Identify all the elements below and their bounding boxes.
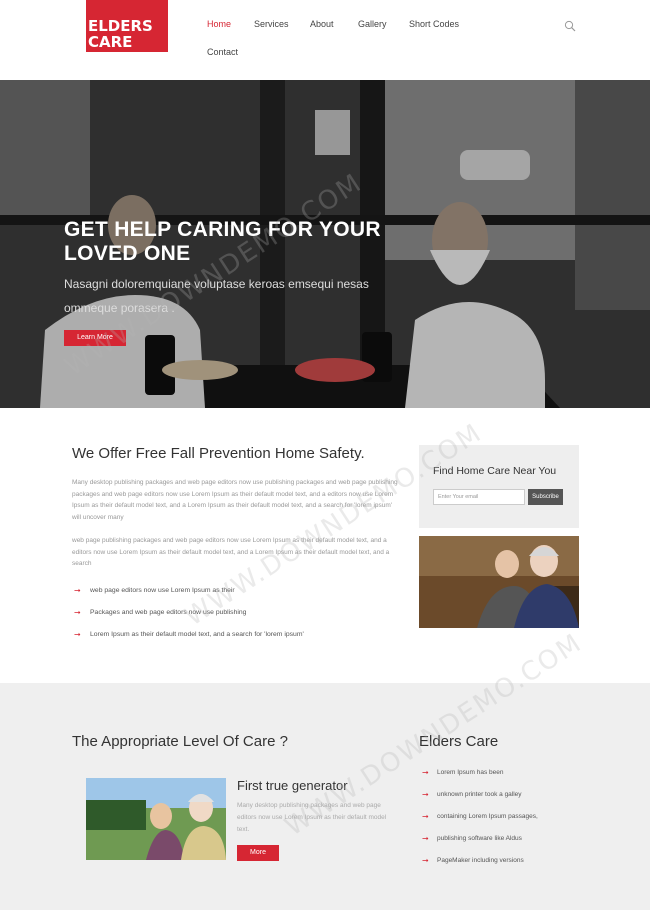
hero-title: GET HELP CARING FOR YOUR LOVED ONE	[64, 218, 381, 265]
safety-list: ➞ web page editors now use Lorem Ipsum a…	[74, 587, 304, 653]
nav-item-about[interactable]: About	[310, 19, 334, 29]
logo-line-1: ELDERS	[88, 17, 153, 35]
learn-more-button[interactable]: Learn More	[64, 330, 126, 346]
arrow-right-icon: ➞	[422, 812, 429, 821]
arrow-right-icon: ➞	[422, 856, 429, 865]
arrow-right-icon: ➞	[422, 834, 429, 843]
list-item-text[interactable]: unknown printer took a galley	[437, 791, 522, 798]
arrow-right-icon: ➞	[74, 608, 81, 617]
hero-text: Nasagni doloremquiane voluptase keroas e…	[64, 277, 369, 315]
list-item: ➞ web page editors now use Lorem Ipsum a…	[74, 587, 304, 609]
list-item: ➞ containing Lorem Ipsum passages,	[422, 813, 538, 835]
list-item: ➞ unknown printer took a galley	[422, 791, 538, 813]
arrow-right-icon: ➞	[74, 586, 81, 595]
nav-item-contact[interactable]: Contact	[207, 47, 238, 57]
list-item: ➞ Lorem Ipsum as their default model tex…	[74, 631, 304, 653]
list-item: ➞ PageMaker including versions	[422, 857, 538, 879]
card-text: Many desktop publishing packages and web…	[237, 802, 387, 833]
find-care-widget: Find Home Care Near You Enter Your email…	[419, 445, 579, 528]
find-care-title: Find Home Care Near You	[433, 465, 557, 477]
safety-paragraph-2: web page publishing packages and web pag…	[72, 537, 390, 567]
nav-item-services[interactable]: Services	[254, 19, 289, 29]
list-item: ➞ publishing software like Aldus	[422, 835, 538, 857]
care-level-title: The Appropriate Level Of Care ?	[72, 733, 288, 750]
list-item-text[interactable]: Lorem Ipsum has been	[437, 769, 503, 776]
email-field[interactable]: Enter Your email	[433, 489, 525, 505]
hero-banner: GET HELP CARING FOR YOUR LOVED ONE Nasag…	[0, 80, 650, 408]
arrow-right-icon: ➞	[422, 790, 429, 799]
list-item-text[interactable]: publishing software like Aldus	[437, 835, 522, 842]
list-item: ➞ Lorem Ipsum has been	[422, 769, 538, 791]
safety-title: We Offer Free Fall Prevention Home Safet…	[72, 445, 365, 462]
elders-care-list: ➞ Lorem Ipsum has been ➞ unknown printer…	[422, 769, 538, 879]
seniors-photo	[419, 536, 579, 628]
site-header: ELDERS CARE Home Services About Gallery …	[0, 0, 650, 80]
nav-item-gallery[interactable]: Gallery	[358, 19, 387, 29]
elders-care-title: Elders Care	[419, 733, 499, 750]
care-level-section: The Appropriate Level Of Care ? Elders C…	[0, 683, 650, 910]
list-item: ➞ Packages and web page editors now use …	[74, 609, 304, 631]
arrow-right-icon: ➞	[422, 768, 429, 777]
nav-item-short-codes[interactable]: Short Codes	[409, 19, 459, 29]
list-item-text[interactable]: containing Lorem Ipsum passages,	[437, 813, 538, 820]
site-logo[interactable]: ELDERS CARE	[86, 0, 168, 52]
card-title: First true generator	[237, 778, 348, 793]
list-item-text: Lorem Ipsum as their default model text,…	[90, 631, 304, 638]
card-photo	[86, 778, 226, 860]
list-item-text: Packages and web page editors now use pu…	[90, 609, 247, 616]
subscribe-button[interactable]: Subscribe	[528, 489, 563, 505]
arrow-right-icon: ➞	[74, 630, 81, 639]
nav-item-home[interactable]: Home	[207, 19, 231, 29]
list-item-text[interactable]: PageMaker including versions	[437, 857, 524, 864]
safety-paragraph-1: Many desktop publishing packages and web…	[72, 479, 398, 521]
more-button[interactable]: More	[237, 845, 279, 861]
logo-line-2: CARE	[88, 33, 133, 51]
search-icon[interactable]	[564, 20, 576, 32]
email-placeholder: Enter Your email	[438, 494, 479, 500]
list-item-text: web page editors now use Lorem Ipsum as …	[90, 587, 235, 594]
